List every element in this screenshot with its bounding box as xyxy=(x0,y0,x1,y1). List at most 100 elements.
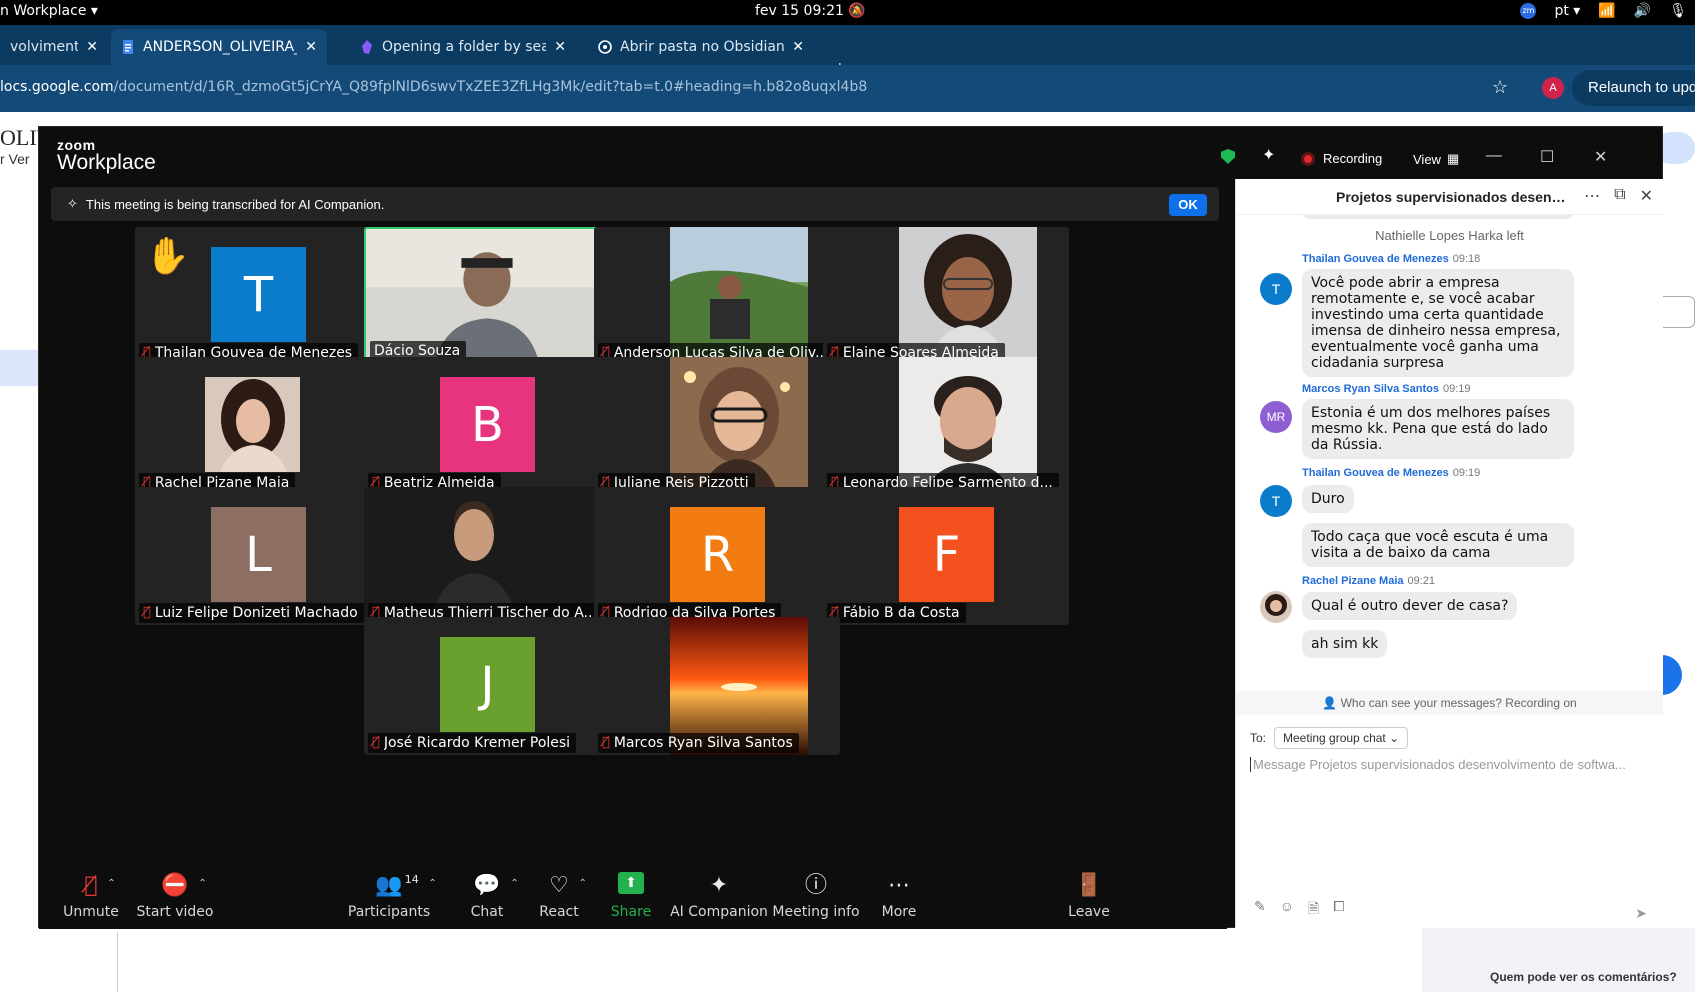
chat-header-actions: ⋯ ⧉ ✕ xyxy=(1584,186,1653,206)
activities-menu[interactable]: n Workplace ▾ xyxy=(0,3,98,19)
chatgpt-icon xyxy=(598,40,612,54)
tab-3[interactable]: Opening a folder by sear ✕ xyxy=(350,29,576,65)
share-button[interactable]: ⬆ Share xyxy=(611,863,651,929)
avatar: T xyxy=(1260,273,1292,305)
url-path: /document/d/16R_dzmoGt5jCrYA_Q89fplNlD6s… xyxy=(113,79,868,95)
tab-label: volvimento xyxy=(10,39,79,55)
clock[interactable]: fev 15 09:21 🔕 xyxy=(755,3,866,19)
participant-label: 🎙̸ José Ricardo Kremer Polesi xyxy=(368,733,577,753)
send-icon[interactable]: ➤ xyxy=(1635,905,1647,922)
profile-avatar[interactable]: A xyxy=(1542,77,1564,99)
info-icon: ⓘ xyxy=(804,873,827,898)
banner-text: This meeting is being transcribed for AI… xyxy=(85,196,385,212)
security-shield-icon[interactable] xyxy=(1221,149,1235,164)
to-label: To: xyxy=(1250,731,1267,745)
bookmark-star-icon[interactable]: ☆ xyxy=(1492,77,1508,98)
url-field[interactable]: locs.google.com/document/d/16R_dzmoGt5jC… xyxy=(0,79,867,95)
minimize-icon[interactable]: — xyxy=(1486,147,1502,165)
unmute-label: Unmute xyxy=(63,904,119,920)
chevron-up-icon[interactable]: ⌃ xyxy=(107,870,115,898)
system-tray[interactable]: zm pt ▾ 📶 🔊 🎙 xyxy=(1520,3,1687,19)
docs-comments-question: Quem pode ver os comentários? xyxy=(1490,970,1677,984)
view-button[interactable]: View ▦ xyxy=(1413,151,1459,167)
chat-icon: 💬 ⌃ xyxy=(473,872,518,900)
video-tile[interactable]: 🎙̸ Marcos Ryan Silva Santos xyxy=(594,617,840,755)
banner-ok-button[interactable]: OK xyxy=(1169,194,1207,216)
video-tile[interactable]: F 🎙̸ Fábio B da Costa xyxy=(823,487,1069,625)
avatar: J xyxy=(440,637,535,732)
file-icon[interactable]: 🗎 xyxy=(1308,898,1319,922)
emoji-icon[interactable]: ☺ xyxy=(1280,898,1294,922)
zoom-tray-icon[interactable]: zm xyxy=(1520,3,1537,19)
video-tile[interactable]: 🎙̸ Juliane Reis Pizzotti xyxy=(594,357,840,495)
video-tile[interactable]: 🎙̸ Leonardo Felipe Sarmento d... xyxy=(823,357,1069,495)
docs-menu[interactable]: r Ver xyxy=(0,151,30,167)
video-tile[interactable]: 🎙̸ Anderson Lucas Silva de Oliv... xyxy=(594,227,840,365)
ai-sparkle-icon[interactable]: ✦ xyxy=(1262,145,1275,165)
ai-companion-button[interactable]: ✦ AI Companion xyxy=(670,863,768,929)
recipient-select[interactable]: Meeting group chat ⌄ xyxy=(1274,727,1409,749)
leave-button[interactable]: 🚪 Leave xyxy=(1067,863,1111,929)
more-dots-icon[interactable]: ⋯ xyxy=(1584,186,1600,206)
muted-mic-icon: 🎙̸ xyxy=(143,605,151,620)
unmute-button[interactable]: 🎙̸ ⌃ Unmute xyxy=(61,863,121,929)
more-button[interactable]: ⋯ More xyxy=(879,863,919,929)
zoom-logo: Workplace xyxy=(57,151,156,174)
close-icon[interactable]: ✕ xyxy=(792,39,804,55)
format-icon[interactable]: ✎ xyxy=(1254,898,1266,922)
participants-label: Participants xyxy=(347,904,431,920)
video-tile[interactable]: ✋ T 🎙̸ Thailan Gouvea de Menezes xyxy=(135,227,381,365)
chevron-up-icon[interactable]: ⌃ xyxy=(578,870,586,898)
docs-divider xyxy=(117,932,118,992)
video-tile[interactable]: 🎙̸ Elaine Soares Almeida xyxy=(823,227,1069,365)
tab-label: ANDERSON_OLIVEIRA_E xyxy=(143,39,298,55)
close-icon[interactable]: ✕ xyxy=(305,39,317,55)
react-button[interactable]: ♡ ⌃ React xyxy=(539,863,587,929)
maximize-icon[interactable]: ☐ xyxy=(1540,147,1554,167)
wifi-icon: 📶 xyxy=(1598,3,1616,19)
avatar: R xyxy=(670,507,765,602)
tab-1[interactable]: volvimento ✕ xyxy=(0,29,108,65)
video-tile[interactable]: R 🎙̸ Rodrigo da Silva Portes xyxy=(594,487,840,625)
close-icon[interactable]: ✕ xyxy=(86,39,98,55)
tab-2-active[interactable]: ANDERSON_OLIVEIRA_E ✕ xyxy=(111,29,327,65)
docs-dropdown[interactable] xyxy=(1658,296,1695,328)
participant-photo xyxy=(205,377,300,472)
message-bubble-partial xyxy=(1302,215,1574,219)
video-tile[interactable]: 🎙̸ Rachel Pizane Maia xyxy=(135,357,381,495)
video-tile[interactable]: L 🎙̸ Luiz Felipe Donizeti Machado xyxy=(135,487,381,625)
close-icon[interactable]: ✕ xyxy=(1594,147,1607,167)
participant-label: 🎙̸ Marcos Ryan Silva Santos xyxy=(598,733,799,753)
chat-messages[interactable]: Nathielle Lopes Harka left Thailan Gouve… xyxy=(1236,215,1663,691)
language-indicator[interactable]: pt ▾ xyxy=(1554,3,1580,19)
message-privacy-notice[interactable]: 👤 Who can see your messages? Recording o… xyxy=(1236,691,1663,715)
relaunch-button[interactable]: Relaunch to upd xyxy=(1572,70,1695,106)
tab-4[interactable]: Abrir pasta no Obsidian ✕ xyxy=(588,29,814,65)
screenshot-icon[interactable]: ⧠ xyxy=(1333,898,1344,922)
popout-icon[interactable]: ⧉ xyxy=(1614,186,1625,206)
grid-icon: ▦ xyxy=(1446,151,1460,166)
video-tile[interactable]: 🎙̸ Matheus Thierri Tischer do A... xyxy=(364,487,610,625)
raised-hand-icon: ✋ xyxy=(145,235,190,276)
video-tile[interactable]: B 🎙̸ Beatriz Almeida xyxy=(364,357,610,495)
close-icon[interactable]: ✕ xyxy=(1640,186,1653,206)
sender-name: Thailan Gouvea de Menezes xyxy=(1302,467,1449,479)
chevron-up-icon[interactable]: ⌃ xyxy=(428,870,436,898)
start-video-button[interactable]: ⛔ ⌃ Start video xyxy=(131,863,219,929)
video-tile[interactable]: J 🎙̸ José Ricardo Kremer Polesi xyxy=(364,617,610,755)
chevron-up-icon[interactable]: ⌃ xyxy=(198,870,206,898)
chat-button[interactable]: 💬 ⌃ Chat xyxy=(467,863,519,929)
recording-label: Recording xyxy=(1323,151,1383,166)
chevron-up-icon[interactable]: ⌃ xyxy=(510,870,518,898)
meeting-info-button[interactable]: ⓘ Meeting info xyxy=(772,863,859,929)
system-notice: Nathielle Lopes Harka left xyxy=(1375,228,1524,243)
participants-button[interactable]: 👥 14 ⌃ Participants xyxy=(348,863,437,929)
chat-panel: Projetos supervisionados desenv... ⋯ ⧉ ✕… xyxy=(1235,179,1663,928)
participant-name: José Ricardo Kremer Polesi xyxy=(383,735,571,751)
message-input[interactable]: Message Projetos supervisionados desenvo… xyxy=(1250,757,1650,772)
video-tile[interactable]: Dácio Souza xyxy=(364,227,610,365)
recording-indicator[interactable]: Recording xyxy=(1301,151,1382,166)
avatar: T xyxy=(211,247,306,342)
message-sender: Thailan Gouvea de Menezes 09:19 xyxy=(1302,467,1480,479)
close-icon[interactable]: ✕ xyxy=(554,39,566,55)
